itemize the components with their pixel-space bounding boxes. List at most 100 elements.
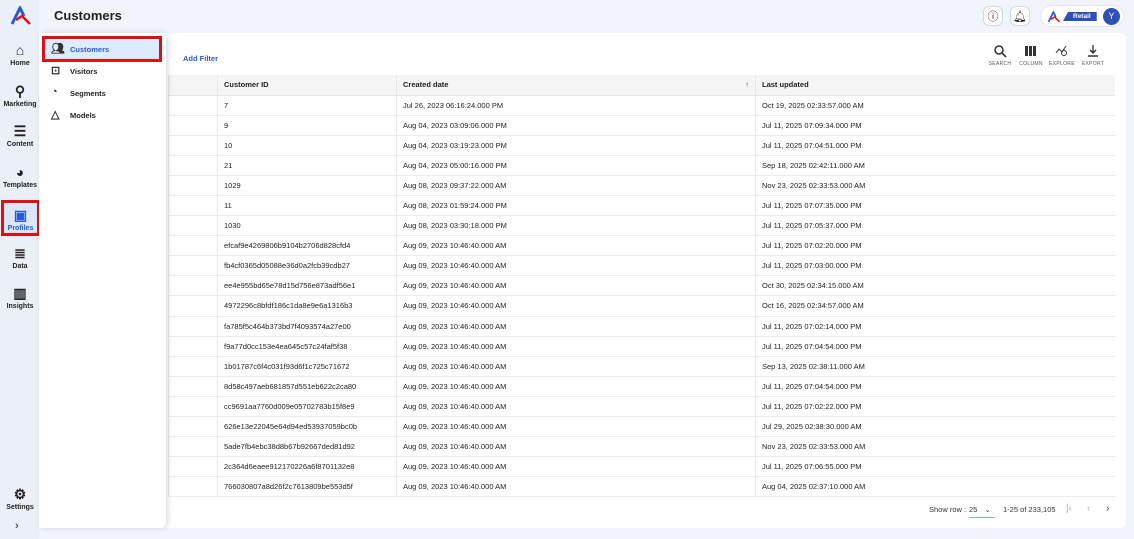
rail-item-label: Home bbox=[10, 60, 30, 67]
table-row[interactable]: fb4cf0365d05088e36d0a2fcb39cdb27 Aug 09, … bbox=[168, 255, 1115, 277]
flyout-item-visitors[interactable]: ⊡ Visitors bbox=[51, 61, 97, 81]
table-row[interactable]: 4972296c8bfdf186c1da8e9e6a1316b3 Aug 09, … bbox=[168, 295, 1115, 317]
show-row-label: Show row : bbox=[929, 505, 967, 514]
sort-ascending-icon[interactable]: ↑ bbox=[745, 80, 749, 89]
table-row[interactable]: 1b01787c6f4c031f93d6f1c725c71672 Aug 09, … bbox=[168, 356, 1115, 377]
table-row[interactable]: 10 Aug 04, 2023 03:19:23.000 PM Jul 11, 20… bbox=[168, 135, 1115, 156]
table-row[interactable]: f9a77d0cc153e4ea645c57c24faf5f38 Aug 09, … bbox=[168, 336, 1115, 357]
cell-created-date: Jul 26, 2023 06:16:24.000 PM bbox=[396, 95, 756, 116]
next-page-icon[interactable]: › bbox=[1106, 503, 1109, 514]
search-button[interactable]: SEARCH bbox=[986, 44, 1014, 67]
table-row[interactable]: 7 Jul 26, 2023 06:16:24.000 PM Oct 19, 202… bbox=[168, 95, 1115, 116]
table-row[interactable]: 766030807a8d26f2c7613809be553d5f Aug 09, … bbox=[168, 476, 1115, 498]
row-cell-select[interactable] bbox=[168, 115, 218, 136]
tool-label: COLUMN bbox=[1019, 61, 1043, 67]
row-cell-select[interactable] bbox=[168, 235, 218, 257]
row-cell-select[interactable] bbox=[168, 135, 218, 156]
rail-item-insights[interactable]: ▥ Insights bbox=[2, 281, 38, 317]
table-row[interactable]: fa785f5c464b373bd7f4093574a27e00 Aug 09, … bbox=[168, 316, 1115, 337]
table-row[interactable]: 626e13e22045e64d94ed53937059bc0b Aug 09, … bbox=[168, 416, 1115, 438]
flyout-item-models[interactable]: △ Models bbox=[51, 105, 96, 125]
rail-item-templates[interactable]: ◕ Templates bbox=[2, 160, 38, 196]
row-cell-select[interactable] bbox=[168, 215, 218, 237]
table-row[interactable]: efcaf9e4269806b9104b2706d828cfd4 Aug 09, … bbox=[168, 235, 1115, 257]
cell-customer-id[interactable]: 7 bbox=[217, 95, 397, 116]
row-cell-select[interactable] bbox=[168, 376, 218, 397]
row-cell-select[interactable] bbox=[168, 275, 218, 297]
cell-customer-id[interactable]: 5ade7fb4ebc38d8b67b92667ded81d92 bbox=[217, 436, 397, 458]
cell-customer-id[interactable]: 626e13e22045e64d94ed53937059bc0b bbox=[217, 416, 397, 438]
rail-item-data[interactable]: ≣ Data bbox=[2, 241, 38, 277]
table-row[interactable]: 11 Aug 08, 2023 01:59:24.000 PM Jul 11, 20… bbox=[168, 195, 1115, 217]
flyout-item-customers[interactable]: 👥︎ Customers bbox=[42, 36, 162, 62]
cell-customer-id[interactable]: fa785f5c464b373bd7f4093574a27e00 bbox=[217, 316, 397, 337]
cell-customer-id[interactable]: cc9691aa7760d009e05702783b15f8e9 bbox=[217, 396, 397, 418]
cell-customer-id[interactable]: f9a77d0cc153e4ea645c57c24faf5f38 bbox=[217, 336, 397, 357]
gear-icon: ⚙ bbox=[13, 486, 27, 502]
explore-button[interactable]: EXPLORE bbox=[1048, 44, 1076, 67]
cell-customer-id[interactable]: 8d58c497aeb681857d551eb622c2ca80 bbox=[217, 376, 397, 397]
rail-item-marketing[interactable]: ⚲ Marketing bbox=[2, 79, 38, 115]
export-button[interactable]: EXPORT bbox=[1079, 44, 1107, 67]
cell-customer-id[interactable]: 4972296c8bfdf186c1da8e9e6a1316b3 bbox=[217, 295, 397, 317]
table-row[interactable]: ee4e955bd65e78d15d756e873adf56e1 Aug 09, … bbox=[168, 275, 1115, 297]
cell-customer-id[interactable]: 1030 bbox=[217, 215, 397, 237]
row-cell-select[interactable] bbox=[168, 416, 218, 438]
notifications-button[interactable]: 🔔︎ bbox=[1010, 6, 1030, 26]
expand-chevron-icon[interactable]: › bbox=[15, 520, 19, 532]
rows-per-page-select[interactable]: 25 ⌄ bbox=[969, 505, 995, 518]
cell-customer-id[interactable]: efcaf9e4269806b9104b2706d828cfd4 bbox=[217, 235, 397, 257]
row-cell-select[interactable] bbox=[168, 436, 218, 458]
row-cell-select[interactable] bbox=[168, 476, 218, 498]
row-cell-select[interactable] bbox=[168, 336, 218, 357]
prev-page-icon[interactable]: ‹ bbox=[1087, 503, 1090, 514]
rows-per-page-value: 25 bbox=[969, 505, 978, 514]
add-filter-button[interactable]: Add Filter bbox=[183, 54, 218, 63]
rail-item-content[interactable]: ☰ Content bbox=[2, 119, 38, 155]
row-cell-select[interactable] bbox=[168, 295, 218, 317]
cell-customer-id[interactable]: 1b01787c6f4c031f93d6f1c725c71672 bbox=[217, 356, 397, 377]
rail-item-home[interactable]: ⌂ Home bbox=[2, 38, 38, 74]
table-row[interactable]: 8d58c497aeb681857d551eb622c2ca80 Aug 09, … bbox=[168, 376, 1115, 397]
table-row[interactable]: cc9691aa7760d009e05702783b15f8e9 Aug 09, … bbox=[168, 396, 1115, 418]
first-page-icon[interactable]: |‹ bbox=[1066, 503, 1072, 514]
column-button[interactable]: COLUMN bbox=[1017, 44, 1045, 67]
avatar[interactable]: Y bbox=[1103, 8, 1120, 25]
table-row[interactable]: 1030 Aug 08, 2023 03:30:18.000 PM Jul 11, … bbox=[168, 215, 1115, 237]
rail-item-settings[interactable]: ⚙ Settings bbox=[2, 482, 38, 518]
cell-customer-id[interactable]: 10 bbox=[217, 135, 397, 156]
palette-icon: ◕ bbox=[15, 163, 25, 180]
cell-customer-id[interactable]: 766030807a8d26f2c7613809be553d5f bbox=[217, 476, 397, 498]
row-cell-select[interactable] bbox=[168, 155, 218, 176]
column-header-select[interactable] bbox=[168, 75, 218, 96]
table-row[interactable]: 9 Aug 04, 2023 03:09:06.000 PM Jul 11, 202… bbox=[168, 115, 1115, 136]
column-header-last-updated[interactable]: Last updated bbox=[755, 75, 1115, 96]
cell-created-date: Aug 09, 2023 10:46:40.000 AM bbox=[396, 456, 756, 478]
cell-customer-id[interactable]: ee4e955bd65e78d15d756e873adf56e1 bbox=[217, 275, 397, 297]
column-header-customer-id[interactable]: Customer ID bbox=[217, 75, 397, 96]
row-cell-select[interactable] bbox=[168, 175, 218, 196]
flyout-item-segments[interactable]: ◔ Segments bbox=[51, 83, 106, 103]
cell-created-date: Aug 08, 2023 09:37:22.000 AM bbox=[396, 175, 756, 196]
help-button[interactable]: ⓘ bbox=[983, 6, 1003, 26]
column-header-created-date[interactable]: Created date ↑ bbox=[396, 75, 756, 96]
row-cell-select[interactable] bbox=[168, 396, 218, 418]
account-switcher[interactable]: Retail Y bbox=[1040, 5, 1124, 27]
row-cell-select[interactable] bbox=[168, 95, 218, 116]
row-cell-select[interactable] bbox=[168, 316, 218, 337]
row-cell-select[interactable] bbox=[168, 255, 218, 277]
row-cell-select[interactable] bbox=[168, 456, 218, 478]
cell-customer-id[interactable]: 11 bbox=[217, 195, 397, 217]
table-row[interactable]: 2c364d6eaee912170226a6f8701132e8 Aug 09, … bbox=[168, 456, 1115, 478]
table-row[interactable]: 1029 Aug 08, 2023 09:37:22.000 AM Nov 23, … bbox=[168, 175, 1115, 196]
table-row[interactable]: 5ade7fb4ebc38d8b67b92667ded81d92 Aug 09, … bbox=[168, 436, 1115, 458]
row-cell-select[interactable] bbox=[168, 356, 218, 377]
cell-customer-id[interactable]: 9 bbox=[217, 115, 397, 136]
rail-item-profiles[interactable]: ▣ Profiles bbox=[1, 200, 40, 236]
cell-customer-id[interactable]: 1029 bbox=[217, 175, 397, 196]
table-row[interactable]: 21 Aug 04, 2023 05:00:16.000 PM Sep 18, 20… bbox=[168, 155, 1115, 176]
row-cell-select[interactable] bbox=[168, 195, 218, 217]
cell-customer-id[interactable]: fb4cf0365d05088e36d0a2fcb39cdb27 bbox=[217, 255, 397, 277]
cell-customer-id[interactable]: 21 bbox=[217, 155, 397, 176]
cell-customer-id[interactable]: 2c364d6eaee912170226a6f8701132e8 bbox=[217, 456, 397, 478]
